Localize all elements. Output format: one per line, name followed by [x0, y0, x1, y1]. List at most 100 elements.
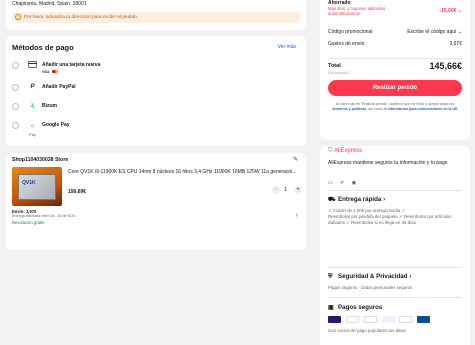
place-order-button[interactable]: Realizar pedido	[328, 80, 462, 96]
store-name[interactable]: Shop1104030038 Store	[12, 157, 68, 163]
address-warning-text: Por favor, actualiza tu dirección para r…	[24, 14, 137, 20]
payment-option-google-pay[interactable]: G Pay Google Pay	[12, 118, 272, 137]
payment-option-label: Google Pay	[42, 122, 70, 128]
total-label: Total	[328, 63, 341, 69]
edit-icon[interactable]: ✎	[293, 156, 298, 163]
chevron-down-icon: ⌄	[457, 8, 462, 14]
chevron-right-icon: ›	[409, 273, 412, 280]
shipping-value: 3,97€	[449, 41, 462, 47]
lock-icon: ◉	[351, 180, 357, 186]
savings-amount: -15,00€	[439, 8, 457, 14]
credit-card-icon: ▣	[328, 305, 334, 311]
delivery-benefit: Reembolso por pérdida del paquete	[328, 214, 398, 220]
fast-delivery-title: Entrega rápida	[338, 196, 382, 203]
security-body: Pagos seguros · Datos personales seguros	[328, 285, 413, 290]
secure-payments-section: ▣ Pagos seguros Con socios de pago popula…	[328, 304, 462, 334]
discover-icon	[363, 316, 377, 323]
security-privacy-section[interactable]: ⛨ Seguridad & Privacidad › Pagos seguros …	[328, 273, 462, 291]
aliexpress-logo: ⛉ AliExpress	[328, 148, 362, 155]
google-pay-icon: G Pay	[29, 123, 36, 137]
consumer-info-link[interactable]: información para consumidores en la UE	[388, 107, 458, 111]
shipping-label: Gastos de envío	[328, 41, 365, 47]
secure-payments-body: Con socios de pago populares tus datos	[328, 328, 407, 333]
promo-label: Código promocional	[328, 29, 373, 35]
product-thumbnail[interactable]: QV1K	[12, 167, 62, 206]
bizum-icon: ʐ	[31, 103, 34, 109]
radio-button[interactable]	[12, 62, 19, 69]
payment-option-label: Bizum	[42, 103, 57, 109]
verified-icon: ✔	[340, 180, 345, 186]
cpu-chip-image	[18, 174, 56, 200]
radio-button[interactable]	[12, 103, 19, 110]
payment-option-bizum[interactable]: ʐ Bizum	[12, 99, 272, 117]
secure-payments-title: Pagos seguros	[338, 304, 383, 311]
product-price: 156,69€	[68, 189, 87, 195]
shield-icon: ⛉	[328, 148, 333, 154]
tax-note-text: IVA incluido	[328, 71, 348, 75]
divider	[328, 190, 462, 191]
trust-panel: ⛉ AliExpress AliExpress mantiene seguros…	[320, 146, 470, 345]
product-name[interactable]: Core QV1K i9-11900K ES CPU 14nm 8 núcleo…	[68, 169, 300, 175]
card-icon: ▭	[328, 180, 333, 186]
legal-text: , así como la	[366, 107, 387, 112]
terms-link[interactable]: términos y políticas	[332, 107, 366, 111]
paypal-icon: P	[30, 84, 35, 90]
shield-check-icon: ⛨	[328, 274, 333, 280]
info-icon: !	[15, 14, 21, 20]
store-card: Shop1104030038 Store ✎ QV1K Core QV1K i9…	[6, 153, 306, 250]
address-warning[interactable]: ! Por favor, actualiza tu dirección para…	[12, 12, 300, 23]
radio-button[interactable]	[12, 84, 19, 91]
truck-icon: ⛟	[328, 197, 336, 203]
savings-subtitle: Más dtos. y cupones aplicados automática…	[328, 6, 386, 16]
card-brands: VISA	[42, 69, 59, 74]
aliexpress-wordmark: AliExpress	[333, 148, 363, 154]
credit-card-icon	[28, 61, 37, 70]
free-returns: Devolución gratis	[12, 219, 45, 225]
order-summary: Ahorrado Más dtos. y cupones aplicados a…	[320, 0, 470, 140]
chevron-down-icon: ⌄	[457, 29, 462, 35]
quantity-value: 1	[284, 187, 287, 193]
payment-logos	[328, 316, 462, 324]
delivery-benefit: Cupón de 1,00€ por entrega tardía	[332, 208, 401, 213]
radio-button[interactable]	[12, 122, 19, 129]
trust-text: AliExpress mantiene seguros tu informaci…	[328, 160, 448, 166]
fast-delivery-body: ✓ Cupón de 1,00€ por entrega tardía ✓ Re…	[328, 208, 452, 226]
mastercard-icon	[345, 316, 359, 323]
thumb-text: QV1K	[22, 180, 36, 186]
chevron-right-icon: ›	[383, 196, 386, 203]
legal-text: Al hacer clic en 'Realizar pedido', conf…	[335, 102, 455, 106]
chevron-right-icon[interactable]: ›	[296, 212, 298, 219]
see-more-link[interactable]: Ver más	[278, 44, 296, 50]
quantity-stepper: − 1 +	[272, 186, 304, 195]
divider	[328, 58, 462, 59]
divider	[328, 297, 462, 298]
promo-placeholder: Escribe el código aquí	[407, 29, 457, 35]
savings-value[interactable]: -15,00€ ⌄	[439, 8, 462, 14]
payment-option-label: Añadir una tarjeta nueva	[42, 62, 101, 68]
payment-option-paypal[interactable]: P Añadir PayPal	[12, 80, 272, 98]
delivery-estimate: Entrega estimada entre 28 - 30 de NOV.	[12, 214, 76, 218]
trust-badges: ▭ ✔ ◉	[328, 180, 362, 186]
decrease-button[interactable]: −	[272, 186, 280, 194]
delivery-benefit: Reembolso si no llega en 45 días	[351, 220, 416, 226]
address-card: Chapineria, Madrid, Spain, 28001 ! Por f…	[6, 0, 306, 30]
address-line: Chapineria, Madrid, Spain, 28001	[12, 1, 87, 7]
visa-logo: VISA	[42, 69, 50, 74]
mastercard-icon	[52, 70, 59, 74]
payment-option-card[interactable]: Añadir una tarjeta nueva VISA	[12, 58, 272, 76]
total-value: 145,66€	[429, 61, 462, 71]
jcb-icon	[417, 316, 431, 323]
fast-delivery-section[interactable]: ⛟ Entrega rápida › ✓ Cupón de 1,00€ por e…	[328, 196, 462, 227]
legal-notice: Al hacer clic en 'Realizar pedido', conf…	[332, 102, 458, 112]
info-icon[interactable]: ⓘ	[349, 71, 353, 75]
safekey-icon	[381, 316, 395, 323]
payment-option-label: Añadir PayPal	[42, 84, 76, 90]
security-title: Seguridad & Privacidad	[338, 273, 408, 280]
divider	[328, 267, 462, 268]
promo-input[interactable]: Escribe el código aquí ⌄	[407, 29, 462, 35]
visa-icon	[328, 316, 341, 323]
payment-methods-card: Métodos de pago Ver más Añadir una tarje…	[6, 36, 306, 146]
increase-button[interactable]: +	[294, 186, 302, 194]
payment-title: Métodos de pago	[12, 43, 74, 52]
tax-note: IVA incluido ⓘ	[328, 71, 352, 76]
